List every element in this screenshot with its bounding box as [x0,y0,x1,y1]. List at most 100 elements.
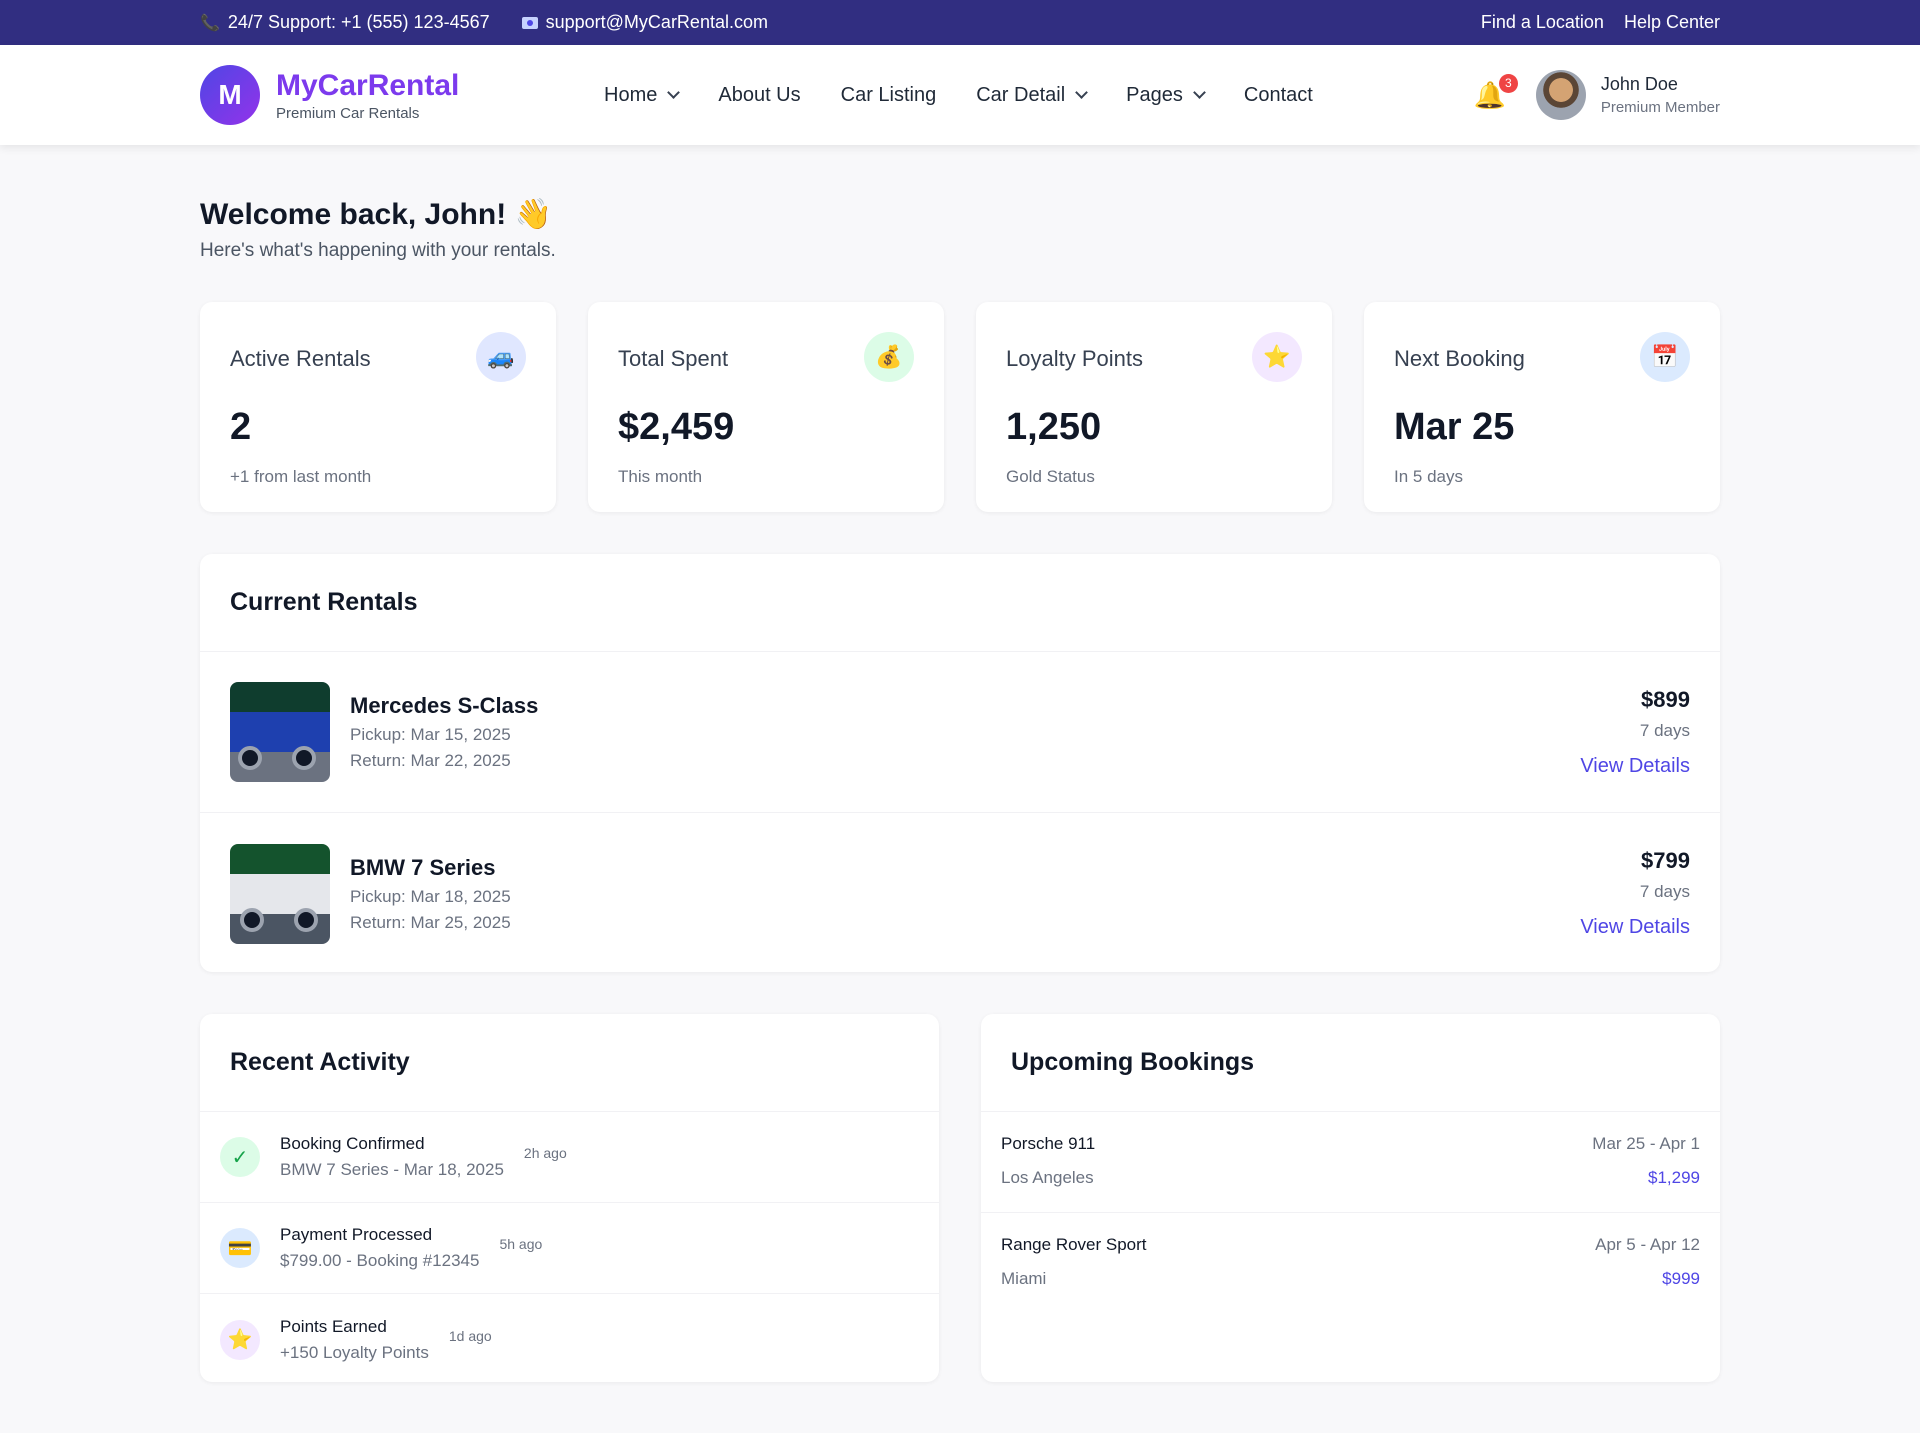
stat-value: 2 [230,406,252,448]
rental-car-name: BMW 7 Series [350,854,496,880]
star-icon: ⭐ [220,1319,260,1360]
booking-location: Los Angeles [1001,1168,1094,1187]
user-name: John Doe [1600,74,1678,94]
rental-return: Return: Mar 25, 2025 [350,912,511,932]
brand-name: MyCarRental [276,68,460,102]
support-email[interactable]: support@MyCarRental.com [521,12,768,33]
booking-price: $999 [1662,1269,1700,1288]
topbar-links: Find a Location Help Center [1481,12,1720,33]
chevron-down-icon [667,86,681,99]
nav-home-label: Home [604,83,658,106]
avatar [1535,70,1586,120]
stat-subtext: This month [618,467,703,486]
user-role: Premium Member [1600,99,1720,116]
view-details-link[interactable]: View Details [1580,916,1690,939]
current-rentals-card: Current Rentals Mercedes S-Class Pickup:… [200,554,1720,972]
activity-detail: BMW 7 Series - Mar 18, 2025 [280,1160,504,1179]
main-header: M MyCarRental Premium Car Rentals Home A… [0,45,1920,145]
contact-info: 📞 24/7 Support: +1 (555) 123-4567 suppor… [200,12,768,33]
top-info-bar: 📞 24/7 Support: +1 (555) 123-4567 suppor… [0,0,1920,45]
activity-title: Payment Processed [280,1225,433,1244]
brand-logo[interactable]: M MyCarRental Premium Car Rentals [200,65,560,125]
stat-card-total-spent: Total Spent 💰 $2,459 This month [588,302,944,512]
rental-price: $799 [1641,848,1690,873]
chevron-down-icon [1075,86,1089,99]
bottom-panels: Recent Activity ✓ Booking Confirmed BMW … [200,1014,1720,1382]
support-phone[interactable]: 📞 24/7 Support: +1 (555) 123-4567 [200,12,490,33]
rental-pickup: Pickup: Mar 15, 2025 [350,725,511,744]
booking-price: $1,299 [1648,1168,1700,1187]
notifications-button[interactable]: 🔔 3 [1473,73,1518,111]
stat-value: Mar 25 [1394,406,1515,448]
booking-car: Porsche 911 [1001,1134,1096,1153]
stat-card-active-rentals: Active Rentals 🚙 2 +1 from last month [200,302,556,512]
nav-contact[interactable]: Contact [1244,84,1313,107]
activity-time: 5h ago [499,1236,543,1252]
nav-about-us[interactable]: About Us [718,84,800,107]
activity-time: 1d ago [448,1327,492,1344]
stat-value: 1,250 [1006,406,1102,448]
stat-card-next-booking: Next Booking 📅 Mar 25 In 5 days [1364,302,1720,512]
dashboard-main: Welcome back, John! 👋 Here's what's happ… [0,197,1920,1382]
rental-return: Return: Mar 22, 2025 [350,751,511,770]
section-title: Current Rentals [200,554,1720,652]
car-image [230,843,330,944]
rental-price: $899 [1641,686,1690,712]
chevron-down-icon [1193,86,1206,99]
rental-car-name: Mercedes S-Class [350,693,539,718]
car-image [230,682,330,782]
page-subtitle: Here's what's happening with your rental… [200,240,556,261]
list-item: BMW 7 Series Pickup: Mar 18, 2025 Return… [200,813,1720,974]
booking-car: Range Rover Sport [1001,1235,1147,1254]
user-menu[interactable]: John Doe Premium Member [1535,70,1720,120]
logo-mark: M [200,65,260,125]
notification-count-badge: 3 [1498,73,1518,93]
activity-title: Points Earned [280,1316,387,1336]
list-item: ✓ Booking Confirmed BMW 7 Series - Mar 1… [200,1112,939,1203]
phone-icon: 📞 [200,14,220,32]
activity-title: Booking Confirmed [280,1134,425,1153]
nav-car-detail-label: Car Detail [976,83,1066,106]
stat-subtext: Gold Status [1006,467,1095,486]
help-center-link[interactable]: Help Center [1624,12,1720,33]
stat-card-loyalty-points: Loyalty Points ⭐ 1,250 Gold Status [976,302,1332,512]
find-location-link[interactable]: Find a Location [1481,12,1604,33]
stat-value: $2,459 [618,406,735,448]
calendar-icon: 📅 [1640,332,1690,382]
view-details-link[interactable]: View Details [1580,755,1690,778]
star-icon: ⭐ [1252,332,1302,382]
activity-detail: $799.00 - Booking #12345 [280,1251,480,1270]
booking-dates: Mar 25 - Apr 1 [1592,1134,1700,1153]
activity-time: 2h ago [523,1145,567,1161]
stats-grid: Active Rentals 🚙 2 +1 from last month To… [200,302,1720,512]
brand-tagline: Premium Car Rentals [276,104,420,122]
page-title: Welcome back, John! 👋 [200,198,552,231]
nav-pages-label: Pages [1126,83,1183,106]
check-icon: ✓ [220,1137,260,1177]
section-title: Recent Activity [200,1014,939,1112]
main-nav: Home About Us Car Listing Car Detail Pag… [604,84,1313,107]
nav-contact-label: Contact [1243,83,1313,106]
credit-card-icon: 💳 [220,1228,260,1268]
stat-subtext: +1 from last month [230,467,372,486]
upcoming-bookings-card: Upcoming Bookings Porsche 911 Mar 25 - A… [981,1014,1720,1382]
nav-home[interactable]: Home [604,83,681,107]
nav-car-listing[interactable]: Car Listing [841,84,937,107]
nav-car-detail[interactable]: Car Detail [976,83,1089,107]
car-icon: 🚙 [476,332,526,382]
support-email-text: support@MyCarRental.com [545,12,768,32]
support-phone-text: 24/7 Support: +1 (555) 123-4567 [227,12,490,32]
nav-pages[interactable]: Pages [1126,83,1206,107]
rental-duration: 7 days [1639,720,1690,740]
list-item[interactable]: Range Rover Sport Apr 5 - Apr 12 Miami $… [981,1213,1720,1314]
email-icon [521,16,538,29]
list-item[interactable]: Porsche 911 Mar 25 - Apr 1 Los Angeles $… [981,1112,1720,1213]
activity-detail: +150 Loyalty Points [280,1342,429,1362]
money-bag-icon: 💰 [864,332,914,382]
nav-about-label: About Us [718,83,801,106]
welcome-section: Welcome back, John! 👋 Here's what's happ… [200,197,1720,262]
recent-activity-card: Recent Activity ✓ Booking Confirmed BMW … [200,1014,939,1382]
header-actions: 🔔 3 John Doe Premium Member [1473,70,1720,120]
rental-pickup: Pickup: Mar 18, 2025 [350,886,511,906]
booking-dates: Apr 5 - Apr 12 [1595,1235,1700,1254]
